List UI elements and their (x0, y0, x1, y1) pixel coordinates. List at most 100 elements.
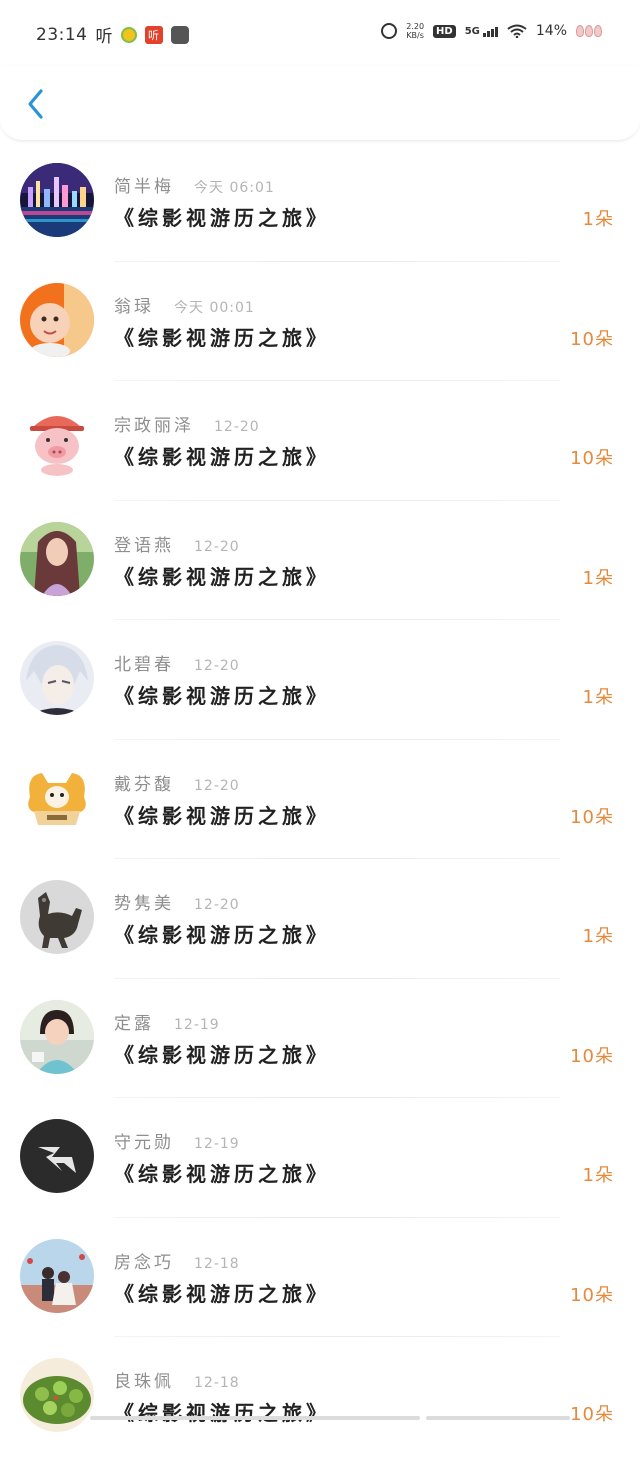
send-time: 12-18 (194, 1255, 240, 1272)
item-meta: 简半梅 今天 06:01 (114, 172, 275, 197)
send-time: 12-20 (194, 538, 240, 555)
sender-name: 简半梅 (114, 177, 174, 197)
book-title: 《综影视游历之旅》 (114, 445, 330, 469)
network-type: 5G (464, 25, 480, 37)
hd-icon: HD (433, 24, 456, 38)
signal-icon: 5G (465, 26, 498, 37)
item-meta: 北碧春 12-20 (114, 650, 240, 675)
couple-avatar[interactable] (20, 1238, 94, 1313)
item-meta: 守元勋 12-19 (114, 1128, 240, 1153)
flower-count: 1朵 (582, 687, 614, 708)
back-button[interactable] (22, 86, 52, 122)
flower-count: 10朵 (570, 1045, 614, 1067)
list-item[interactable]: 翁琭 今天 00:01 《综影视游历之旅》 10朵 (0, 262, 640, 381)
flower-count: 10朵 (570, 448, 614, 469)
list-item[interactable]: 守元勋 12-19 《综影视游历之旅》 1朵 (0, 1098, 640, 1218)
baby-avatar[interactable] (20, 282, 94, 357)
status-time: 23:14 (36, 24, 88, 45)
listen-app-icon: 听 (144, 25, 163, 44)
list-item[interactable]: 简半梅 今天 06:01 《综影视游历之旅》 1朵 (0, 142, 640, 262)
status-app-text: 听 (95, 27, 113, 47)
send-time: 12-19 (194, 1136, 240, 1152)
scroll-indicator-secondary (426, 1416, 570, 1420)
list-item[interactable]: 房念巧 12-18 《综影视游历之旅》 10朵 (0, 1218, 640, 1337)
pig-avatar[interactable] (20, 402, 94, 476)
item-meta: 翁琭 今天 00:01 (114, 292, 255, 317)
network-speed-value: 2.20 (406, 22, 425, 31)
item-meta: 势隽美 12-20 (114, 889, 240, 914)
book-title: 《综影视游历之旅》 (114, 1401, 330, 1425)
alarm-icon (381, 23, 398, 39)
list-item[interactable]: 良珠佩 12-18 《综影视游历之旅》 10朵 (0, 1337, 640, 1457)
sender-name: 翁琭 (114, 296, 154, 317)
book-title: 《综影视游历之旅》 (114, 325, 330, 350)
send-time: 今天 00:01 (174, 299, 255, 316)
item-meta: 戴芬馥 12-20 (114, 770, 240, 795)
lightning-avatar[interactable] (20, 1119, 94, 1193)
flower-count: 10朵 (570, 328, 614, 350)
item-meta: 良珠佩 12-18 (114, 1367, 240, 1392)
flower-count: 1朵 (582, 209, 614, 230)
network-speed: 2.20 KB/s (406, 22, 424, 40)
chevron-left-icon (28, 89, 43, 119)
food-avatar[interactable] (20, 1358, 94, 1432)
book-title: 《综影视游历之旅》 (114, 923, 330, 947)
list-item[interactable]: 定露 12-19 《综影视游历之旅》 10朵 (0, 979, 640, 1098)
child-avatar[interactable] (20, 999, 94, 1074)
sender-name: 北碧春 (114, 655, 174, 675)
list-item[interactable]: 北碧春 12-20 《综影视游历之旅》 1朵 (0, 620, 640, 740)
list-item[interactable]: 戴芬馥 12-20 《综影视游历之旅》 10朵 (0, 740, 640, 859)
flower-count: 1朵 (582, 1165, 614, 1186)
flower-count: 1朵 (582, 926, 614, 947)
book-title: 《综影视游历之旅》 (114, 206, 330, 230)
sender-name: 戴芬馥 (114, 774, 174, 795)
sender-name: 守元勋 (114, 1133, 174, 1153)
notification-square-icon (170, 25, 189, 44)
book-title: 《综影视游历之旅》 (114, 803, 330, 828)
send-time: 12-18 (194, 1375, 240, 1391)
send-time: 12-20 (194, 777, 240, 794)
send-time: 12-20 (194, 658, 240, 674)
sender-name: 登语燕 (114, 535, 174, 556)
item-meta: 宗政丽泽 12-20 (114, 411, 260, 436)
sender-name: 定露 (114, 1013, 154, 1034)
bronze-avatar[interactable] (20, 880, 94, 954)
anime-avatar[interactable] (20, 641, 94, 715)
notification-app-icon (120, 26, 137, 43)
sender-name: 房念巧 (114, 1252, 174, 1273)
list-item[interactable]: 势隽美 12-20 《综影视游历之旅》 1朵 (0, 859, 640, 979)
cat-avatar[interactable] (20, 760, 94, 835)
status-bar-left: 23:14 听 听 (36, 22, 189, 47)
gift-record-list: 简半梅 今天 06:01 《综影视游历之旅》 1朵 翁琭 今天 00:01 《综… (0, 142, 640, 1457)
sender-name: 宗政丽泽 (114, 416, 194, 436)
list-item[interactable]: 登语燕 12-20 《综影视游历之旅》 1朵 (0, 501, 640, 620)
send-time: 12-20 (214, 419, 260, 435)
list-item[interactable]: 宗政丽泽 12-20 《综影视游历之旅》 10朵 (0, 381, 640, 501)
network-speed-unit: KB/s (406, 31, 424, 40)
flower-count: 10朵 (570, 1284, 614, 1306)
item-meta: 定露 12-19 (114, 1009, 220, 1034)
status-bar-right: 2.20 KB/s HD 5G 14% (381, 22, 602, 40)
city-night-avatar[interactable] (20, 163, 94, 237)
book-title: 《综影视游历之旅》 (114, 1042, 330, 1067)
book-title: 《综影视游历之旅》 (114, 564, 330, 589)
book-title: 《综影视游历之旅》 (114, 1162, 330, 1186)
send-time: 今天 06:01 (194, 180, 275, 196)
scroll-indicator (90, 1416, 420, 1420)
book-title: 《综影视游历之旅》 (114, 684, 330, 708)
header-bar (0, 66, 640, 141)
battery-icon (576, 25, 602, 37)
sender-name: 良珠佩 (114, 1372, 174, 1392)
flower-count: 1朵 (582, 567, 614, 589)
book-title: 《综影视游历之旅》 (114, 1281, 330, 1306)
battery-level: 14% (535, 23, 567, 39)
flower-count: 10朵 (570, 1404, 614, 1425)
send-time: 12-20 (194, 897, 240, 913)
item-meta: 登语燕 12-20 (114, 531, 240, 556)
wifi-icon (507, 24, 527, 38)
girl-avatar[interactable] (20, 521, 94, 596)
send-time: 12-19 (174, 1016, 220, 1033)
item-meta: 房念巧 12-18 (114, 1248, 240, 1273)
sender-name: 势隽美 (114, 894, 174, 914)
flower-count: 10朵 (570, 806, 614, 828)
